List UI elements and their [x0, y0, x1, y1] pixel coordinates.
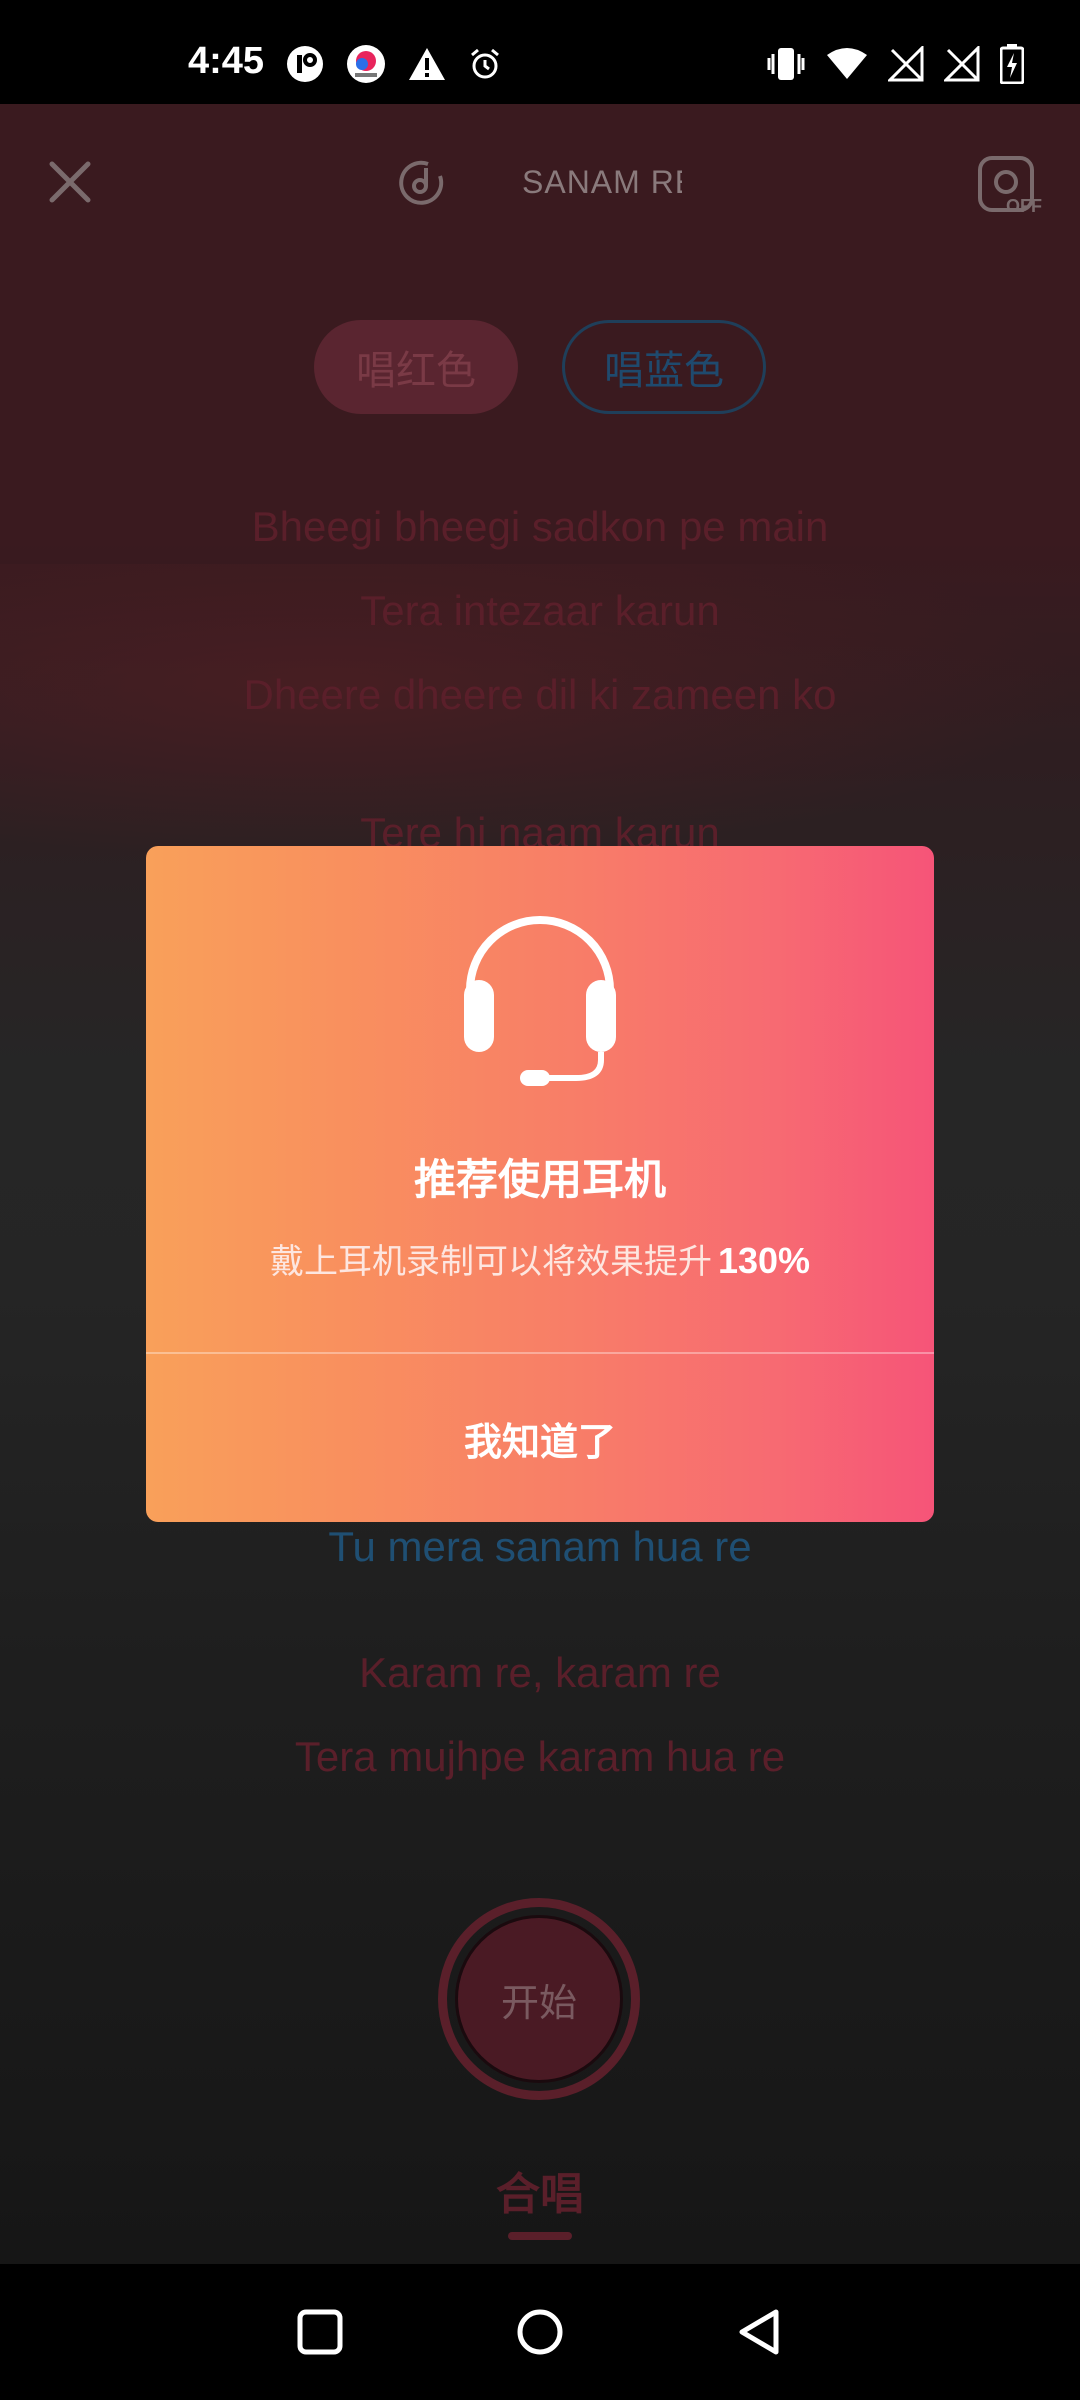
- lyric-line: Dheere dheere dil ki zameen ko: [243, 671, 837, 718]
- start-button-label: 开始: [455, 1915, 623, 2083]
- back-icon[interactable]: [732, 2304, 788, 2360]
- music-disc-icon[interactable]: [398, 158, 446, 206]
- home-icon[interactable]: [512, 2304, 568, 2360]
- lyric-line: Karam re, karam re: [359, 1649, 721, 1696]
- app-icon: [347, 45, 385, 83]
- tab-indicator: [508, 2232, 572, 2240]
- dialog-highlight: 130%: [717, 1240, 811, 1281]
- info-icon: [287, 46, 323, 82]
- lyric-line: Tu mera sanam hua re: [328, 1523, 752, 1570]
- vibrate-icon: [767, 48, 805, 80]
- no-signal-icon: [888, 46, 924, 82]
- close-icon[interactable]: [44, 156, 96, 208]
- confirm-button[interactable]: 我知道了: [146, 1354, 934, 1522]
- dialog-message: 戴上耳机录制可以将效果提升 130%: [146, 1234, 934, 1283]
- song-title: SANAM RE: [522, 164, 682, 200]
- tab-chorus[interactable]: 合唱: [490, 2158, 590, 2222]
- sing-red-part-button[interactable]: 唱红色: [314, 320, 518, 414]
- camera-off-label: OFF: [1006, 196, 1042, 216]
- camera-off-icon[interactable]: OFF: [976, 152, 1048, 224]
- status-icons-right: [766, 44, 1024, 84]
- wifi-icon: [827, 48, 867, 79]
- recent-apps-icon[interactable]: [292, 2304, 348, 2360]
- lyric-line: Tera mujhpe karam hua re: [294, 1733, 786, 1780]
- dialog-title: 推荐使用耳机: [413, 1155, 666, 1204]
- headset-icon: [464, 916, 616, 1086]
- lyric-line: Tera intezaar karun: [360, 587, 720, 634]
- navigation-bar: [0, 2264, 1080, 2400]
- no-signal-icon: [944, 46, 980, 82]
- battery-charging-icon: [1000, 44, 1024, 84]
- headphone-dialog: 推荐使用耳机 戴上耳机录制可以将效果提升 130% 我知道了: [146, 846, 934, 1522]
- status-bar: 4:45: [0, 0, 1080, 104]
- alarm-icon: [471, 48, 499, 79]
- status-icons-left: [286, 44, 502, 84]
- start-button[interactable]: 开始: [438, 1898, 640, 2100]
- lyric-line: Bheegi bheegi sadkon pe main: [251, 503, 829, 550]
- warning-icon: [409, 48, 445, 80]
- dialog-message-text: 戴上耳机录制可以将效果提升: [269, 1242, 712, 1282]
- sing-blue-part-button[interactable]: 唱蓝色: [562, 320, 766, 414]
- status-time: 4:45: [188, 40, 265, 82]
